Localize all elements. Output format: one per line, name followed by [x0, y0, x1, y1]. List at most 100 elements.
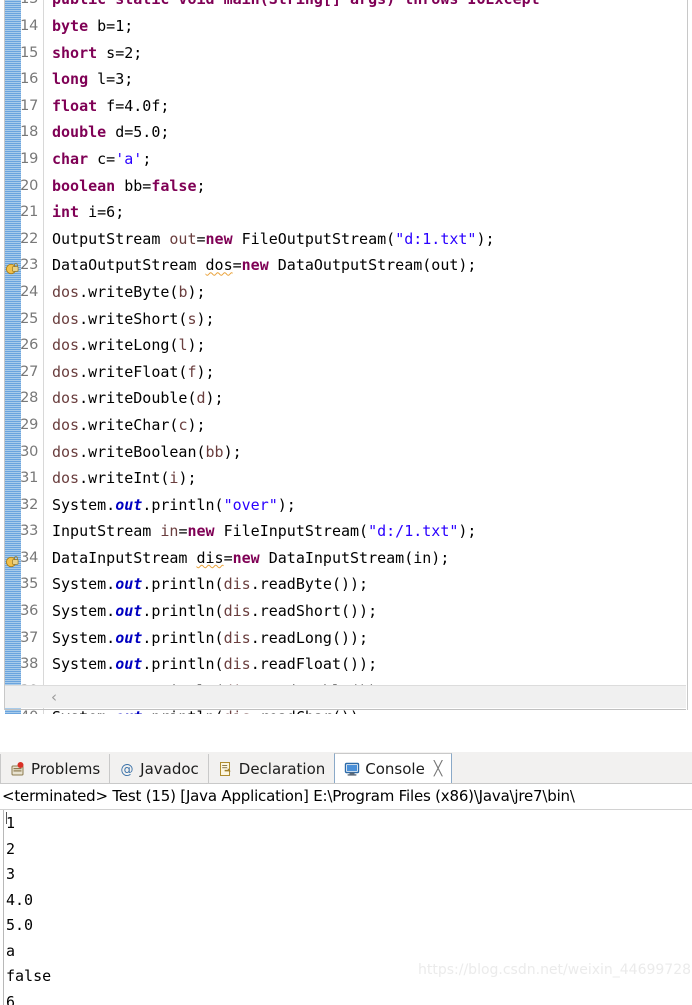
tab-declaration[interactable]: Declaration — [207, 754, 336, 784]
code-line[interactable]: 30 dos.writeBoolean(bb); — [0, 439, 692, 466]
code-line[interactable]: 22 OutputStream out=new FileOutputStream(… — [0, 226, 692, 253]
tab-label: Console — [365, 760, 425, 778]
code-line[interactable]: 28 dos.writeDouble(d); — [0, 385, 692, 412]
code-token: ); — [196, 309, 215, 328]
code-token: byte — [52, 17, 89, 35]
tab-close-icon[interactable]: ╳ — [434, 761, 442, 777]
code-line[interactable]: 33 InputStream in=new FileInputStream("d:… — [0, 518, 692, 545]
code-line[interactable]: 36 System.out.println(dis.readShort()); — [0, 598, 692, 625]
code-line[interactable]: 16 long l=3; — [0, 66, 692, 93]
javadoc-icon: @ — [119, 761, 135, 778]
code-token: dos — [52, 282, 80, 301]
code-line[interactable]: 20 boolean bb=false; — [0, 173, 692, 200]
code-token: b=1; — [88, 17, 134, 35]
code-text: dos.writeChar(c); — [52, 412, 206, 439]
line-number: 34 — [20, 549, 38, 566]
line-number: 16 — [20, 71, 38, 88]
line-number: 23 — [20, 257, 38, 274]
code-token: out — [115, 602, 143, 621]
code-line[interactable]: 24 dos.writeByte(b); — [0, 279, 692, 306]
code-token: dis — [196, 548, 224, 567]
code-token: .writeChar( — [79, 415, 179, 434]
code-line[interactable]: 27 dos.writeFloat(f); — [0, 359, 692, 386]
line-number: 18 — [20, 124, 38, 141]
code-editor[interactable]: 13 public static void main(String[] args… — [0, 0, 692, 714]
code-token: l=3; — [88, 70, 134, 89]
code-token: f=4.0f; — [97, 96, 170, 115]
code-token: ); — [187, 415, 206, 434]
code-line[interactable]: 25 dos.writeShort(s); — [0, 306, 692, 333]
code-token: .readByte()); — [250, 575, 369, 594]
code-token: new — [187, 522, 215, 541]
code-text: byte b=1; — [52, 13, 133, 40]
code-token: 'a' — [115, 149, 143, 168]
code-line[interactable]: 15 short s=2; — [0, 40, 692, 67]
code-text: System.out.println(dis.readShort()); — [52, 598, 377, 625]
line-number: 24 — [20, 283, 38, 300]
code-line[interactable]: 19 char c='a'; — [0, 146, 692, 173]
code-token: System. — [52, 602, 116, 621]
console-left-border — [3, 810, 4, 1005]
code-line[interactable]: 34 DataInputStream dis=new DataInputStrea… — [0, 545, 692, 572]
line-number: 14 — [20, 18, 38, 34]
line-number: 32 — [20, 496, 38, 513]
code-lines-container[interactable]: 14 byte b=1; 15 short s=2; 16 long l=3; 17 floa… — [0, 0, 692, 714]
code-line[interactable]: 38 System.out.println(dis.readFloat()); — [0, 651, 692, 678]
code-text: char c='a'; — [52, 146, 151, 173]
code-token: dis — [223, 628, 251, 647]
code-token: .writeDouble( — [79, 389, 197, 408]
console-output-line: 4.0 — [6, 890, 34, 909]
code-text: int i=6; — [52, 199, 124, 226]
console-output-line: 3 — [6, 865, 16, 883]
tab-problems[interactable]: Problems — [0, 754, 111, 784]
tab-console[interactable]: Console ╳ — [334, 753, 453, 784]
code-line[interactable]: 26 dos.writeLong(l); — [0, 332, 692, 359]
tab-label: Javadoc — [140, 760, 199, 778]
code-token: d=5.0; — [106, 123, 170, 142]
code-token: .println( — [142, 602, 224, 621]
code-token: = — [223, 548, 233, 567]
code-line[interactable]: 31 dos.writeInt(i); — [0, 465, 692, 492]
code-text: short s=2; — [52, 40, 142, 67]
code-token: out — [115, 628, 143, 647]
line-number: 31 — [20, 470, 38, 487]
code-line[interactable]: 29 dos.writeChar(c); — [0, 412, 692, 439]
code-token: .readShort()); — [250, 602, 378, 621]
line-number: 26 — [20, 337, 38, 354]
code-token: ); — [223, 442, 242, 461]
code-token: new — [205, 229, 233, 248]
code-text: OutputStream out=new FileOutputStream("d… — [52, 226, 495, 253]
watermark-text: https://blog.csdn.net/weixin_44699728 — [418, 962, 692, 978]
tab-javadoc[interactable]: @ Javadoc — [109, 754, 209, 784]
code-text: System.out.println(dis.readByte()); — [52, 571, 368, 598]
code-token: dis — [223, 575, 251, 594]
code-line[interactable]: 21 int i=6; — [0, 199, 692, 226]
code-token: .readFloat()); — [250, 655, 378, 674]
code-token: ); — [277, 495, 296, 514]
view-tab-bar[interactable]: Problems @ Javadoc Declaration Console ╳ — [0, 752, 692, 784]
console-output-line: 1 — [6, 814, 16, 832]
code-line[interactable]: 32 System.out.println("over"); — [0, 492, 692, 519]
code-text: InputStream in=new FileInputStream("d:/1… — [52, 518, 476, 545]
code-text: dos.writeShort(s); — [52, 306, 215, 333]
code-line[interactable]: 14 byte b=1; — [0, 13, 692, 40]
code-token: s — [187, 309, 197, 328]
code-line[interactable]: 35 System.out.println(dis.readByte()); — [0, 571, 692, 598]
code-line[interactable]: 37 System.out.println(dis.readLong()); — [0, 625, 692, 652]
declaration-icon — [218, 761, 234, 777]
code-token: InputStream — [52, 522, 161, 541]
code-text: double d=5.0; — [52, 119, 169, 146]
code-token: ); — [476, 229, 495, 248]
code-line[interactable]: 23 DataOutputStream dos=new DataOutputStr… — [0, 252, 692, 279]
code-token: dos — [52, 442, 80, 461]
svg-text:@: @ — [121, 763, 134, 778]
code-token: dos — [205, 256, 233, 275]
code-line[interactable]: 18 double d=5.0; — [0, 119, 692, 146]
code-token: dos — [52, 469, 80, 488]
code-token: out — [115, 495, 143, 514]
chevron-left-icon[interactable]: ‹ — [45, 688, 63, 706]
code-text: DataInputStream dis=new DataInputStream(… — [52, 545, 449, 572]
code-token: DataOutputStream — [52, 256, 206, 275]
code-line[interactable]: 17 float f=4.0f; — [0, 93, 692, 120]
editor-horizontal-scrollbar[interactable]: ‹ — [5, 685, 686, 708]
